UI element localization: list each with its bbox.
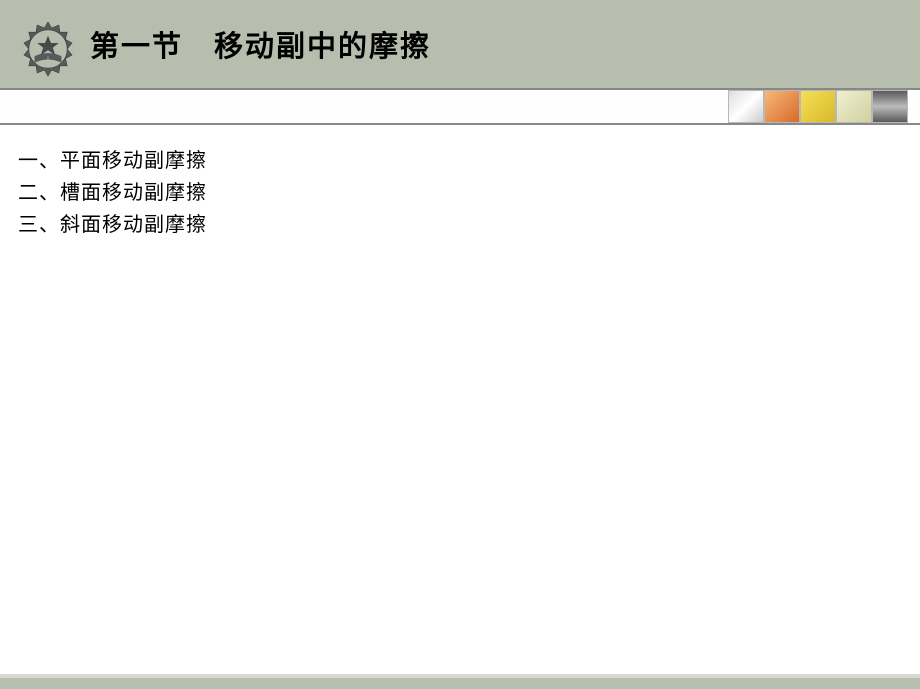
thumbnail-2	[764, 90, 800, 123]
bullet-list: 一、平面移动副摩擦 二、槽面移动副摩擦 三、斜面移动副摩擦	[18, 145, 902, 241]
thumbnail-4	[836, 90, 872, 123]
thumbnail-5	[872, 90, 908, 123]
footer-bar	[0, 677, 920, 689]
slide-title: 第一节 移动副中的摩擦	[90, 23, 431, 65]
thumbnail-3	[800, 90, 836, 123]
thumbnail-strip	[728, 90, 908, 123]
gear-badge-icon	[18, 19, 78, 79]
bullet-item-1: 一、平面移动副摩擦	[18, 145, 902, 177]
content-area: 一、平面移动副摩擦 二、槽面移动副摩擦 三、斜面移动副摩擦	[0, 125, 920, 261]
thumbnail-1	[728, 90, 764, 123]
slide-header: 第一节 移动副中的摩擦	[0, 0, 920, 88]
bullet-item-2: 二、槽面移动副摩擦	[18, 177, 902, 209]
divider-row	[0, 88, 920, 125]
bullet-item-3: 三、斜面移动副摩擦	[18, 209, 902, 241]
